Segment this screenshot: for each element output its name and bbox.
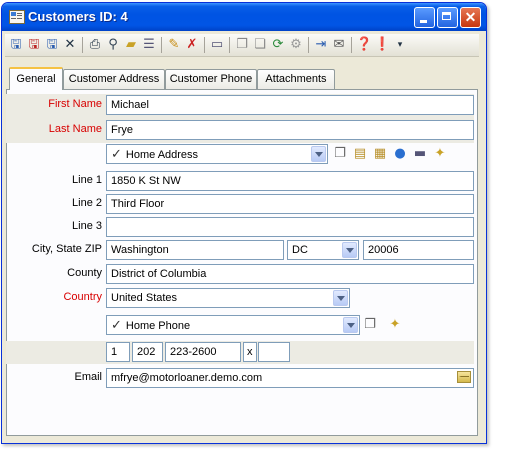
phone-extension-field[interactable] [258,342,290,362]
line2-field[interactable]: Third Floor [106,194,474,214]
last-name-field[interactable]: Frye [106,120,474,140]
toolbar-separator [204,37,205,53]
group-icon[interactable]: ▭ [209,37,225,53]
line2-label: Line 2 [72,197,102,209]
tab-general[interactable]: General [9,67,63,90]
globe-icon[interactable]: ● [392,146,408,162]
copy-address-icon[interactable]: ❐ [332,146,348,162]
save-new-icon[interactable]: 🖫 [44,37,60,53]
phone-area-code-field[interactable]: 202 [132,342,163,362]
last-name-label: Last Name [48,123,102,135]
phone-number-field[interactable]: 223-2600 [165,342,241,362]
app-icon [9,10,25,24]
state-select[interactable]: DC [287,240,359,260]
contact-card-icon[interactable]: ▬ [412,146,428,162]
chevron-down-icon[interactable] [311,146,326,162]
county-field[interactable]: District of Columbia [106,264,474,284]
tab-customer-address[interactable]: Customer Address [63,69,165,89]
maximize-button[interactable] [437,7,458,28]
info-icon[interactable]: ❗ [374,37,390,53]
settings-icon[interactable]: ⚙ [288,37,304,53]
phone-country-code-field[interactable]: 1 [106,342,130,362]
chevron-down-icon[interactable] [333,290,348,306]
address-type-value: Home Address [125,149,199,161]
toolbar-separator [351,37,352,53]
email-label: Email [74,371,102,383]
zip-field[interactable]: 20006 [363,240,474,260]
toolbar-separator [229,37,230,53]
copy-phone-icon[interactable]: ❐ [362,317,378,333]
first-name-label: First Name [48,98,102,110]
address-book-icon[interactable]: ▤ [352,146,368,162]
country-value: United States [111,292,178,304]
phone-type-value: Home Phone [125,320,191,332]
line3-field[interactable] [106,217,474,237]
print-icon[interactable]: ⎙ [87,37,103,53]
cancel-edit-icon[interactable]: ✗ [184,37,200,53]
chevron-down-icon[interactable] [343,317,358,333]
save-icon[interactable]: 🖫 [8,37,24,53]
save-close-icon[interactable]: 🖫 [26,37,42,53]
country-select[interactable]: United States [106,288,350,308]
find-icon[interactable]: ⚲ [105,37,121,53]
note-icon[interactable]: ✉ [331,37,347,53]
close-icon: ✕ [464,9,477,25]
line1-label: Line 1 [72,174,102,186]
email-field[interactable]: mfrye@motorloaner.demo.com [106,368,474,388]
list-icon[interactable]: ☰ [141,37,157,53]
city-field[interactable]: Washington [106,240,284,260]
tab-customer-phone[interactable]: Customer Phone [165,69,257,89]
toolbar-separator [308,37,309,53]
refresh-icon[interactable]: ⟳ [270,37,286,53]
first-name-field[interactable]: Michael [106,95,474,115]
phone-ext-separator: x [243,342,257,362]
import-icon[interactable]: ⇥ [313,37,329,53]
new-phone-icon[interactable]: ✦ [387,317,403,333]
city-state-zip-label: City, State ZIP [31,243,102,255]
toolbar-separator [82,37,83,53]
paste-icon[interactable]: ❏ [252,37,268,53]
title-bar[interactable]: Customers ID: 4 ✕ [2,3,486,31]
close-button[interactable]: ✕ [460,7,481,28]
phone-type-select[interactable]: ✓ Home Phone [106,315,360,335]
edit-icon[interactable]: ✎ [166,37,182,53]
copy-icon[interactable]: ❐ [234,37,250,53]
customer-window: Customers ID: 4 ✕ 🖫 🖫 🖫 ✕ ⎙ ⚲ ▰ ☰ ✎ ✗ ▭ … [1,2,487,444]
state-value: DC [292,244,308,256]
checkmark-icon: ✓ [111,317,122,332]
new-address-icon[interactable]: ✦ [432,146,448,162]
open-folder-icon[interactable]: ▰ [123,37,139,53]
checkmark-icon: ✓ [111,146,122,161]
delete-icon[interactable]: ✕ [62,37,78,53]
overflow-icon[interactable]: ▾ [392,37,408,53]
address-type-select[interactable]: ✓ Home Address [106,144,328,164]
envelope-icon[interactable] [457,371,471,383]
county-label: County [67,267,102,279]
toolbar: 🖫 🖫 🖫 ✕ ⎙ ⚲ ▰ ☰ ✎ ✗ ▭ ❐ ❏ ⟳ ⚙ ⇥ ✉ ❓ ❗ ▾ [5,34,479,57]
line1-field[interactable]: 1850 K St NW [106,171,474,191]
window-title: Customers ID: 4 [28,9,128,24]
chevron-down-icon[interactable] [342,242,357,258]
toolbar-separator [161,37,162,53]
country-label: Country [63,291,102,303]
tab-attachments[interactable]: Attachments [257,69,335,89]
map-icon[interactable]: ▦ [372,146,388,162]
help-icon[interactable]: ❓ [356,37,372,53]
line3-label: Line 3 [72,220,102,232]
minimize-button[interactable] [414,7,435,28]
